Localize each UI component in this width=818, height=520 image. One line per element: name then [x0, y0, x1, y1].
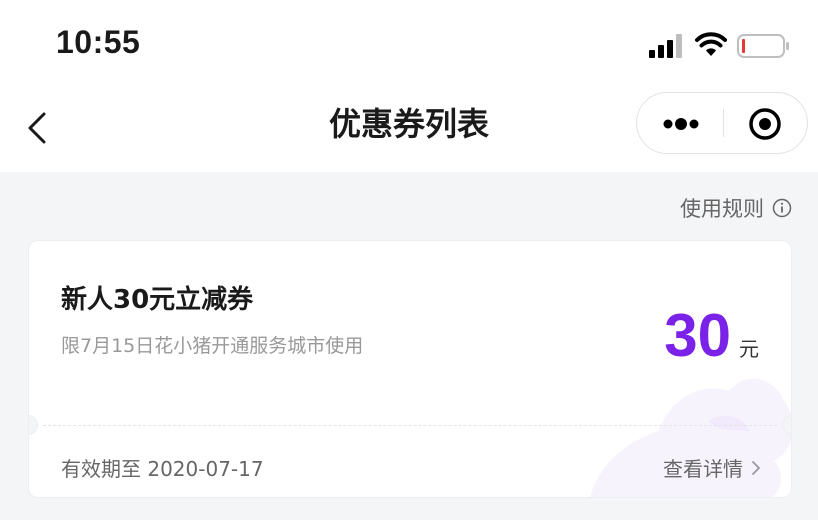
target-circle-icon — [749, 108, 781, 140]
coupon-description: 限7月15日花小猪开通服务城市使用 — [61, 335, 364, 357]
view-details-label: 查看详情 — [663, 457, 743, 481]
battery-icon — [737, 34, 789, 58]
card-notch-left — [29, 415, 38, 435]
info-icon — [772, 198, 792, 218]
chevron-right-icon — [752, 460, 760, 475]
coupon-amount-unit: 元 — [739, 337, 759, 361]
nav-bar: 优惠券列表 — [0, 90, 818, 172]
more-dots-icon — [663, 118, 699, 130]
dashed-divider — [43, 425, 777, 426]
miniprogram-capsule — [636, 92, 808, 154]
coupon-title: 新人30元立减券 — [61, 285, 254, 315]
coupon-card[interactable]: 新人30元立减券 限7月15日花小猪开通服务城市使用 30 元 有效期至 202… — [28, 240, 792, 498]
view-details-link[interactable]: 查看详情 — [663, 453, 761, 482]
usage-rules-label: 使用规则 — [680, 197, 764, 221]
wifi-icon — [695, 32, 727, 56]
status-time: 10:55 — [56, 24, 141, 60]
coupon-expiry: 有效期至 2020-07-17 — [61, 457, 264, 481]
coupon-amount-value: 30 — [664, 302, 731, 369]
cellular-signal-icon — [649, 34, 682, 58]
more-button[interactable] — [637, 93, 723, 153]
usage-rules-link[interactable]: 使用规则 — [680, 193, 792, 223]
close-miniprogram-button[interactable] — [724, 93, 808, 153]
status-bar: 10:55 — [0, 0, 818, 90]
coupon-amount: 30 元 — [664, 301, 759, 370]
